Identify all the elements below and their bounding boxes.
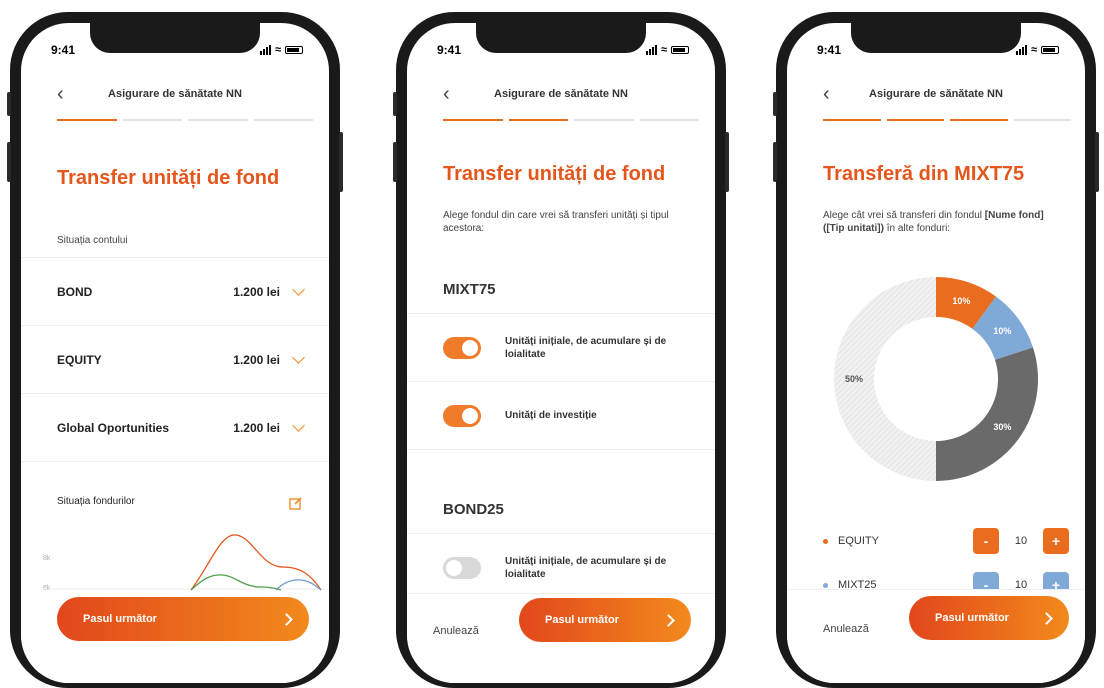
- phone-3: 9:41 ≈ ‹ Asigurare de sănătate NN Transf…: [773, 12, 1099, 688]
- progress-steps: [57, 119, 313, 121]
- toggle-switch[interactable]: [443, 404, 481, 427]
- screen-fund-selection: 9:41 ≈ ‹ Asigurare de sănătate NN Transf…: [407, 23, 715, 683]
- donut-label-3: 50%: [845, 374, 863, 384]
- screen-account-overview: 9:41 ≈ ‹ Asigurare de sănătate NN Transf…: [21, 23, 329, 683]
- donut-label-2: 30%: [993, 422, 1011, 432]
- signal-icon: [1015, 45, 1027, 55]
- page-title: Transferă din MIXT75: [823, 163, 1025, 185]
- series-line-red: [190, 534, 322, 591]
- chevron-right-icon: [1040, 611, 1053, 625]
- donut-slice-2: [936, 347, 1038, 481]
- funds-label: Situația fondurilor: [57, 496, 135, 507]
- option-row[interactable]: Unități de investiție: [407, 381, 715, 449]
- next-step-button[interactable]: Pasul următor: [909, 596, 1069, 640]
- y-tick-8k: 8k: [43, 555, 51, 562]
- cancel-button[interactable]: Anulează: [433, 625, 479, 637]
- status-time: 9:41: [817, 43, 842, 57]
- edit-icon[interactable]: [289, 496, 303, 510]
- cancel-button[interactable]: Anulează: [823, 623, 869, 635]
- next-step-button[interactable]: Pasul următor: [57, 597, 309, 641]
- option-row[interactable]: Unități inițiale, de acumulare și de loi…: [407, 313, 715, 381]
- wifi-icon: ≈: [274, 44, 281, 56]
- allocation-donut-chart: 10% 10% 30% 50%: [834, 277, 1038, 481]
- phone-1: 9:41 ≈ ‹ Asigurare de sănătate NN Transf…: [7, 12, 343, 688]
- page-subtitle: Alege cât vrei să transferi din fondul […: [823, 210, 1044, 234]
- legend-dot: [823, 582, 828, 588]
- chevron-down-icon[interactable]: [292, 350, 305, 364]
- next-step-button[interactable]: Pasul următor: [519, 598, 691, 642]
- decrement-button[interactable]: -: [973, 528, 999, 554]
- status-time: 9:41: [437, 43, 462, 57]
- wifi-icon: ≈: [1030, 44, 1037, 56]
- chevron-down-icon[interactable]: [292, 282, 305, 296]
- fund-row-bond[interactable]: BOND 1.200 lei: [21, 257, 329, 325]
- progress-steps: [443, 119, 699, 121]
- battery-icon: [1041, 46, 1059, 54]
- nav-title: Asigurare de sănătate NN: [108, 88, 242, 100]
- legend-dot: [823, 538, 828, 544]
- nav-title: Asigurare de sănătate NN: [494, 88, 628, 100]
- stepper-value[interactable]: 10: [999, 535, 1043, 547]
- screen-transfer-allocation: 9:41 ≈ ‹ Asigurare de sănătate NN Transf…: [787, 23, 1085, 683]
- donut-label-0: 10%: [952, 296, 970, 306]
- increment-button[interactable]: +: [1043, 528, 1069, 554]
- page-title: Transfer unități de fond: [443, 163, 666, 185]
- chevron-right-icon: [280, 612, 293, 626]
- battery-icon: [671, 46, 689, 54]
- chevron-right-icon: [662, 613, 675, 627]
- battery-icon: [285, 46, 303, 54]
- page-title: Transfer unități de fond: [57, 167, 280, 189]
- toggle-switch[interactable]: [443, 336, 481, 359]
- chevron-down-icon[interactable]: [292, 418, 305, 432]
- progress-steps: [823, 119, 1071, 121]
- status-time: 9:41: [51, 43, 76, 57]
- series-line-green: [190, 574, 282, 591]
- page-subtitle: Alege fondul din care vrei să transferi …: [443, 210, 669, 234]
- donut-label-1: 10%: [993, 326, 1011, 336]
- phone-2: 9:41 ≈ ‹ Asigurare de sănătate NN Transf…: [393, 12, 729, 688]
- toggle-switch[interactable]: [443, 556, 481, 579]
- fund-row-equity[interactable]: EQUITY 1.200 lei: [21, 325, 329, 393]
- legend-row-equity: EQUITY - 10 +: [823, 527, 1069, 555]
- fund-name-bond25: BOND25: [443, 501, 504, 518]
- divider: [407, 449, 715, 450]
- signal-icon: [259, 45, 271, 55]
- quantity-stepper[interactable]: - 10 +: [973, 528, 1069, 554]
- wifi-icon: ≈: [660, 44, 667, 56]
- fund-row-global[interactable]: Global Oportunities 1.200 lei: [21, 393, 329, 461]
- fund-name-mixt75: MIXT75: [443, 281, 496, 298]
- option-row[interactable]: Unități inițiale, de acumulare și de loi…: [407, 533, 715, 601]
- fund-status-header: Situația fondurilor: [21, 461, 329, 531]
- account-label: Situația contului: [57, 235, 128, 246]
- signal-icon: [645, 45, 657, 55]
- nav-title: Asigurare de sănătate NN: [869, 88, 1003, 100]
